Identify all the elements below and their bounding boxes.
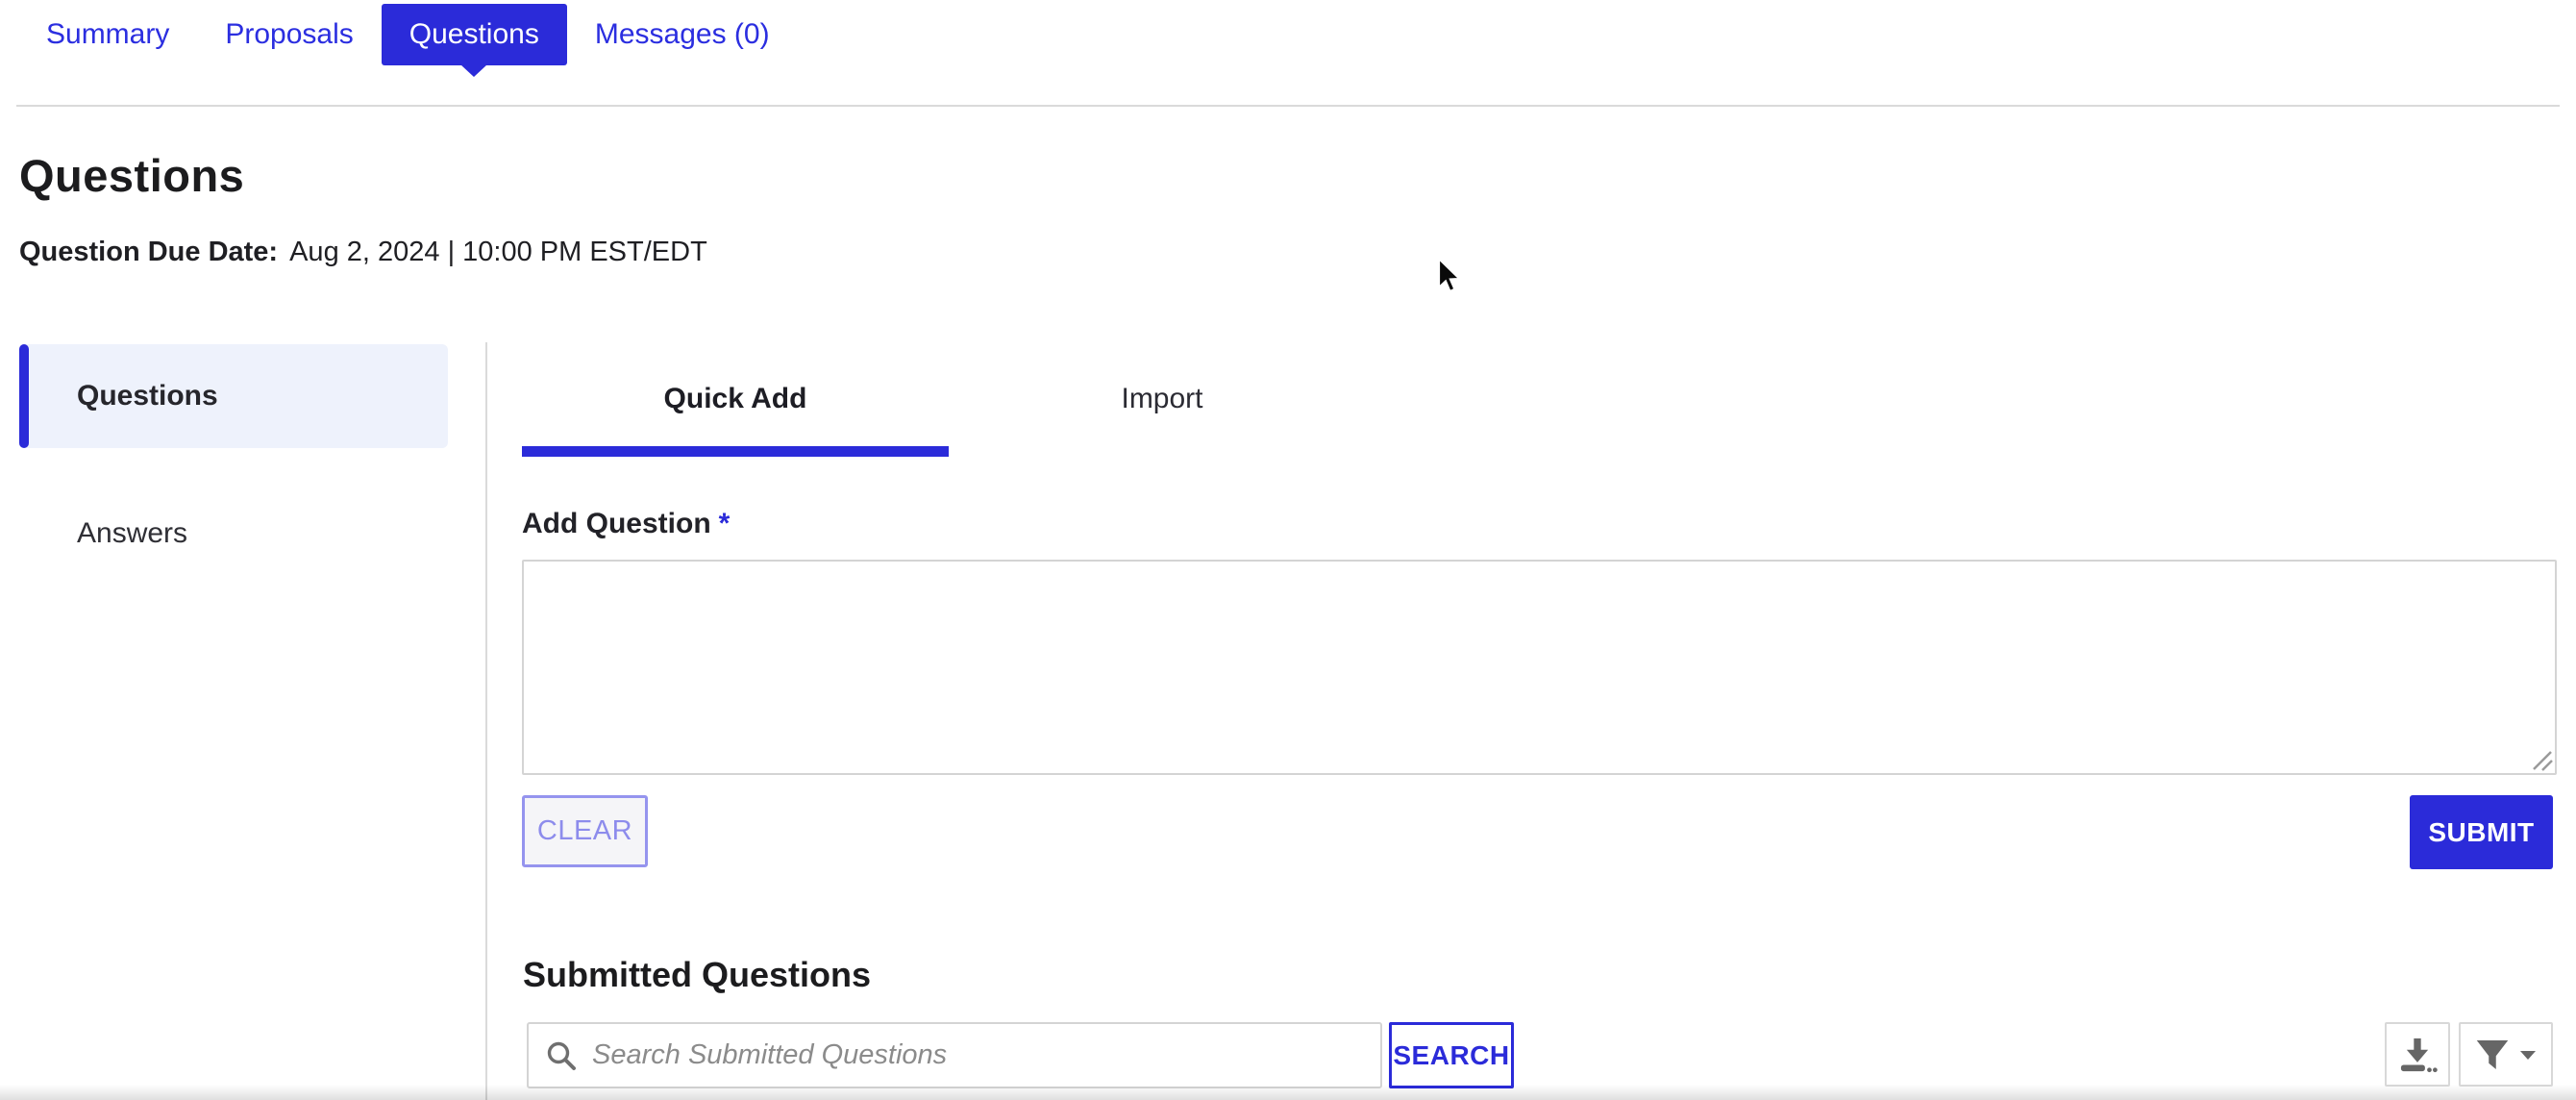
filter-button[interactable]	[2459, 1022, 2553, 1087]
chevron-down-icon	[2520, 1050, 2536, 1060]
mouse-cursor-icon	[1437, 258, 1463, 293]
due-date-label: Question Due Date:	[19, 237, 279, 267]
download-icon	[2400, 1038, 2438, 1072]
search-button[interactable]: SEARCH	[1389, 1022, 1514, 1088]
required-asterisk: *	[718, 508, 731, 539]
sidebar-divider	[485, 342, 487, 1100]
content-tabs: Quick Add Import	[522, 367, 1375, 431]
record-nav: Summary Proposals Questions Messages (0)	[18, 4, 798, 77]
tab-questions[interactable]: Questions	[381, 4, 567, 77]
question-due-date: Question Due Date: Aug 2, 2024 | 10:00 PM…	[19, 237, 707, 268]
submit-button[interactable]: SUBMIT	[2410, 795, 2553, 869]
submitted-questions-heading: Submitted Questions	[523, 955, 872, 994]
page-title: Questions	[19, 150, 245, 201]
tab-questions-label: Questions	[409, 18, 539, 50]
due-date-value: Aug 2, 2024 | 10:00 PM EST/EDT	[289, 237, 707, 267]
tab-messages[interactable]: Messages (0)	[567, 4, 798, 65]
submitted-questions-search	[527, 1022, 1382, 1088]
tab-summary[interactable]: Summary	[18, 4, 197, 65]
add-question-label-text: Add Question	[522, 508, 711, 539]
filter-icon	[2476, 1039, 2509, 1069]
header-divider	[16, 105, 2560, 107]
sidebar-item-label: Questions	[77, 380, 218, 412]
active-item-bar	[19, 344, 29, 448]
tab-quick-add[interactable]: Quick Add	[522, 367, 949, 431]
sidebar-item-answers[interactable]: Answers	[19, 481, 448, 587]
sidebar-item-label: Answers	[77, 517, 188, 549]
search-input[interactable]	[527, 1022, 1382, 1088]
section-sidebar: Questions Answers	[19, 344, 448, 587]
clear-button[interactable]: CLEAR	[522, 795, 648, 867]
add-question-label: Add Question *	[522, 508, 730, 540]
add-question-textarea[interactable]	[522, 560, 2557, 775]
download-button[interactable]	[2385, 1022, 2450, 1087]
active-tab-caret-icon	[460, 64, 488, 77]
sidebar-item-questions[interactable]: Questions	[19, 344, 448, 448]
tab-import[interactable]: Import	[949, 367, 1375, 431]
active-tab-underline	[522, 446, 949, 457]
tab-proposals[interactable]: Proposals	[197, 4, 381, 65]
